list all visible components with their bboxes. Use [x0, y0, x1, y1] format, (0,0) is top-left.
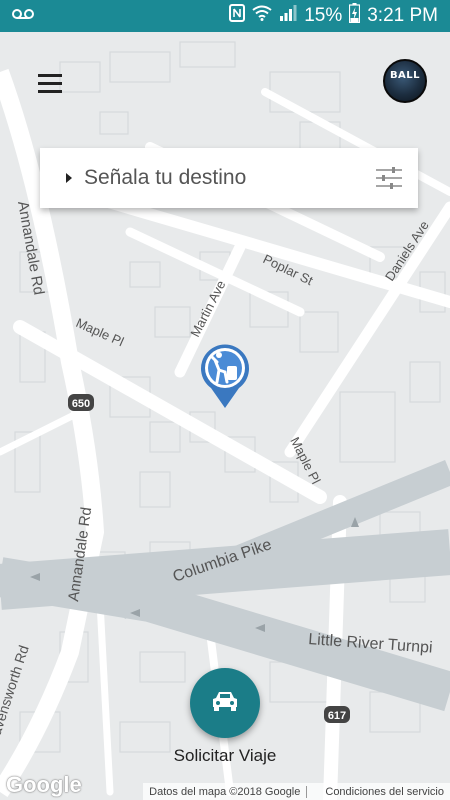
logo-text: BALL	[389, 69, 421, 81]
route-shield-650: 650	[72, 398, 90, 410]
route-shield-617: 617	[328, 710, 346, 722]
clock: 3:21 PM	[367, 5, 438, 26]
caret-right-icon	[66, 173, 72, 183]
car-icon	[211, 690, 239, 717]
terms-link[interactable]: Condiciones del servicio	[319, 786, 450, 798]
map-data-text: Datos del mapa ©2018 Google	[149, 785, 301, 798]
divider	[306, 785, 319, 798]
destination-placeholder: Señala tu destino	[84, 166, 247, 189]
location-pin-icon[interactable]	[197, 342, 253, 410]
app-logo[interactable]: BALL	[383, 59, 427, 103]
battery-percent: 15%	[304, 5, 343, 26]
nfc-icon	[229, 4, 246, 28]
request-ride-button[interactable]	[190, 668, 260, 738]
battery-charging-icon	[349, 3, 361, 29]
google-logo: Google	[6, 772, 82, 797]
destination-search-box[interactable]: Señala tu destino	[40, 148, 418, 208]
map-attribution: Datos del mapa ©2018 Google Condiciones …	[143, 783, 450, 800]
request-ride-label[interactable]: Solicitar Viaje	[0, 746, 450, 766]
status-bar: 15% 3:21 PM	[0, 0, 450, 32]
sliders-icon[interactable]	[374, 165, 404, 191]
hamburger-menu-icon[interactable]	[34, 70, 68, 96]
signal-icon	[279, 5, 297, 27]
wifi-icon	[252, 5, 272, 27]
voicemail-icon	[12, 7, 34, 25]
